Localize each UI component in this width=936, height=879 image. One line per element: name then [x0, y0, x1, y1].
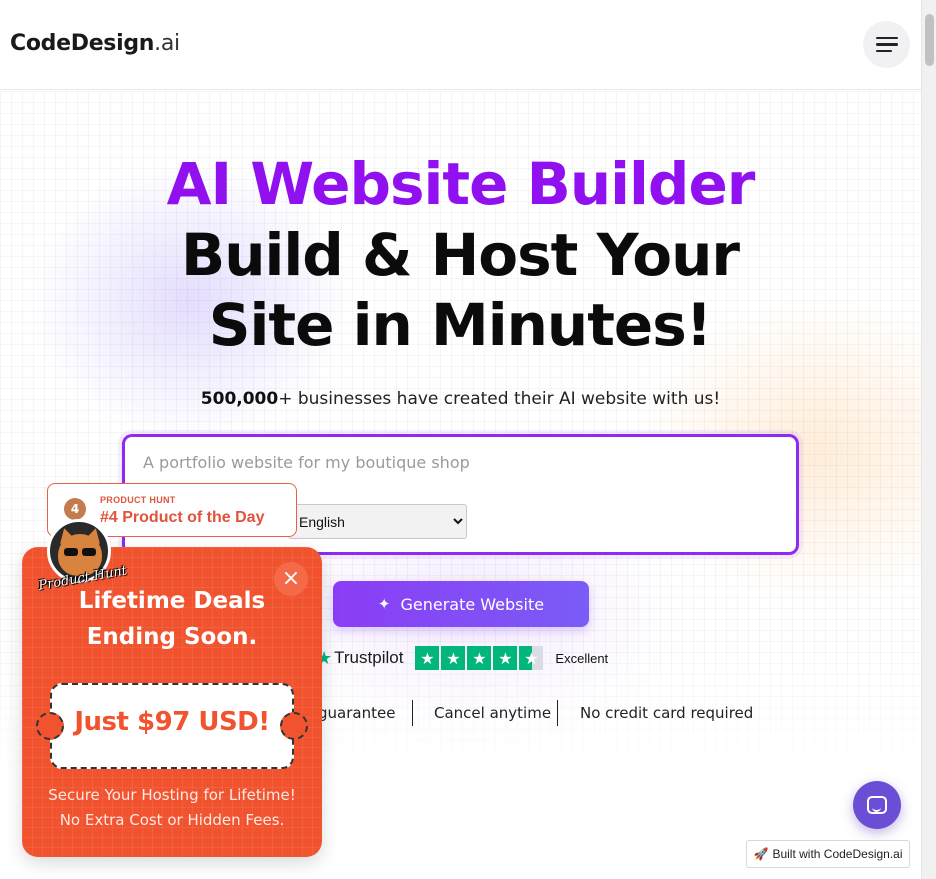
star-icon: ★ — [441, 646, 466, 670]
generate-label: Generate Website — [400, 594, 545, 614]
hero-title-main: Build & Host Your Site in Minutes! — [181, 221, 740, 359]
chat-icon — [867, 796, 887, 814]
hamburger-menu-icon — [875, 36, 898, 53]
generate-website-button[interactable]: ✦ Generate Website — [333, 581, 589, 627]
feature-cancel: Cancel anytime — [434, 704, 552, 722]
rocket-icon: 🚀 — [753, 847, 769, 861]
promo-note-line2: No Extra Cost or Hidden Fees. — [59, 811, 285, 829]
medal-icon: 4 — [64, 498, 86, 520]
star-icon: ★ — [493, 646, 518, 670]
trustpilot-brand: Trustpilot — [334, 648, 404, 667]
price-ticket[interactable]: Just $97 USD! — [36, 683, 308, 769]
feature-guarantee: guarantee — [318, 704, 396, 722]
menu-button[interactable] — [863, 21, 910, 68]
star-icon: ★ — [415, 646, 440, 670]
built-with-label: Built with CodeDesign.ai — [772, 847, 903, 861]
product-hunt-label: PRODUCT HUNT — [100, 495, 176, 505]
chat-button[interactable] — [853, 781, 901, 829]
promo-note-line1: Secure Your Hosting for Lifetime! — [48, 786, 296, 804]
logo[interactable]: CodeDesign.ai — [10, 31, 180, 56]
star-icon: ★ — [467, 646, 492, 670]
sparkle-icon: ✦ — [377, 595, 391, 613]
promo-note: Secure Your Hosting for Lifetime! No Ext… — [22, 783, 322, 833]
built-with-badge[interactable]: 🚀 Built with CodeDesign.ai — [746, 840, 910, 868]
mascot-cat-logo: Product Hunt — [36, 519, 128, 597]
language-select[interactable]: English — [288, 504, 467, 539]
prompt-input[interactable] — [143, 453, 763, 483]
scrollbar-thumb[interactable] — [925, 14, 934, 66]
half-star-icon: ★ — [519, 646, 544, 670]
business-count: 500,000 — [200, 389, 279, 409]
rating-stars: ★ ★ ★ ★ ★ — [415, 646, 544, 670]
price-label: Just $97 USD! — [74, 707, 270, 737]
hero-title-accent: AI Website Builder — [166, 150, 756, 218]
subtitle-text: + businesses have created their AI websi… — [278, 389, 721, 409]
scrollbar[interactable] — [921, 0, 936, 879]
site-header: CodeDesign.ai — [0, 0, 921, 90]
feature-no-card: No credit card required — [580, 704, 754, 722]
promo-heading-line2: Ending Soon. — [86, 624, 258, 650]
divider — [412, 700, 413, 726]
product-hunt-rank: #4 Product of the Day — [100, 509, 265, 526]
logo-main: CodeDesign — [10, 31, 155, 56]
rating-text: Excellent — [555, 650, 609, 666]
logo-suffix: .ai — [154, 31, 180, 56]
hero-subtitle: 500,000+ businesses have created their A… — [0, 389, 921, 409]
trustpilot-rating[interactable]: ★ Trustpilot ★ ★ ★ ★ ★ Excellent — [316, 645, 608, 671]
divider — [557, 700, 558, 726]
